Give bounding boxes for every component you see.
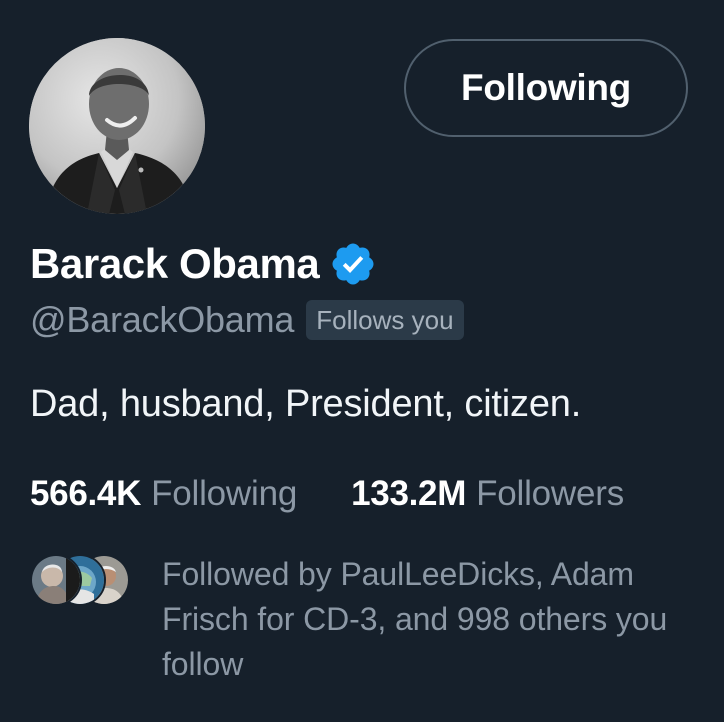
follows-you-badge: Follows you: [306, 300, 464, 340]
following-label: Following: [151, 474, 298, 513]
followers-label: Followers: [476, 474, 625, 513]
followers-count: 133.2M: [351, 474, 467, 513]
name-row: Barack Obama: [30, 238, 377, 290]
profile-card: Following Barack Obama @BarackObama Foll…: [0, 0, 724, 722]
following-stat[interactable]: 566.4K Following: [30, 474, 297, 514]
profile-bio: Dad, husband, President, citizen.: [30, 383, 582, 425]
following-count: 566.4K: [30, 474, 142, 513]
user-handle: @BarackObama: [30, 299, 295, 340]
profile-avatar[interactable]: [29, 38, 205, 214]
follower-avatars: [30, 554, 130, 606]
avatar-photo: [29, 38, 205, 214]
followed-by-text: Followed by PaulLeeDicks, Adam Frisch fo…: [162, 556, 668, 682]
followers-stat[interactable]: 133.2M Followers: [351, 474, 624, 514]
handle-row: @BarackObama Follows you: [30, 297, 464, 343]
verified-badge-icon[interactable]: [329, 240, 377, 288]
display-name: Barack Obama: [30, 240, 320, 287]
follower-avatar: [30, 554, 82, 606]
profile-stats: 566.4K Following 133.2M Followers: [30, 474, 624, 514]
following-button[interactable]: Following: [404, 39, 688, 137]
